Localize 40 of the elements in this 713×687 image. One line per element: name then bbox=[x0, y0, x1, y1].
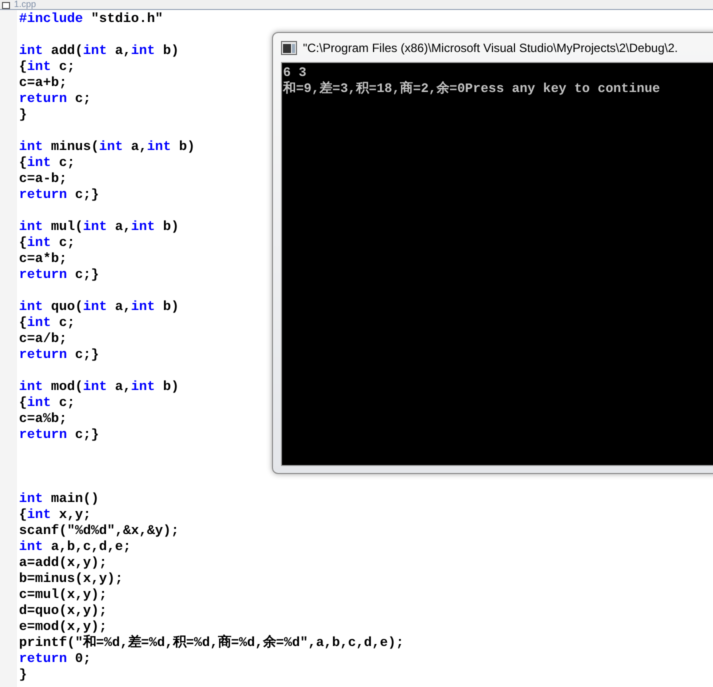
code-line: {int c; bbox=[19, 396, 75, 412]
code-line: c=a*b; bbox=[19, 252, 67, 268]
code-line: c=a-b; bbox=[19, 172, 67, 188]
code-line: return c; bbox=[19, 92, 91, 108]
console-icon bbox=[281, 40, 297, 54]
code-line: } bbox=[19, 668, 27, 684]
console-line: 和=9,差=3,积=18,商=2,余=0Press any key to continue bbox=[283, 81, 662, 97]
code-line: d=quo(x,y); bbox=[19, 604, 107, 620]
code-line: c=mul(x,y); bbox=[19, 588, 107, 604]
file-icon bbox=[2, 2, 10, 9]
code-line: {int c; bbox=[19, 156, 75, 172]
code-line: {int c; bbox=[19, 316, 75, 332]
code-line: return c;} bbox=[19, 428, 99, 444]
code-line: int quo(int a,int b) bbox=[19, 300, 179, 316]
code-line: printf("和=%d,差=%d,积=%d,商=%d,余=%d",a,b,c,d,e); bbox=[19, 636, 404, 652]
code-line: #include "stdio.h" bbox=[19, 12, 163, 28]
code-line: b=minus(x,y); bbox=[19, 572, 123, 588]
code-line: int main() bbox=[19, 492, 99, 508]
code-line: int mul(int a,int b) bbox=[19, 220, 179, 236]
console-line: 6 3 bbox=[283, 65, 308, 81]
code-line: {int c; bbox=[19, 60, 75, 76]
code-line: {int x,y; bbox=[19, 508, 91, 524]
code-line: e=mod(x,y); bbox=[19, 620, 107, 635]
window-title: "C:\Program Files (x86)\Microsoft Visual Studio\MyProjects\2\Debug\2. bbox=[303, 40, 678, 54]
code-line: } bbox=[19, 108, 27, 124]
code-line: int mod(int a,int b) bbox=[19, 380, 179, 396]
code-line: return c;} bbox=[19, 188, 99, 204]
code-line: c=a+b; bbox=[19, 76, 67, 92]
code-line: int minus(int a,int b) bbox=[19, 140, 195, 156]
code-line: a=add(x,y); bbox=[19, 556, 107, 572]
code-line: c=a/b; bbox=[19, 332, 67, 348]
code-line: int add(int a,int b) bbox=[19, 44, 179, 60]
code-line: c=a%b; bbox=[19, 412, 67, 428]
code-line: {int c; bbox=[19, 236, 75, 252]
file-tab[interactable]: 1.cpp bbox=[14, 0, 36, 9]
code-line: int a,b,c,d,e; bbox=[19, 540, 131, 556]
code-line: return c;} bbox=[19, 268, 99, 284]
code-line: return c;} bbox=[19, 348, 99, 364]
code-line: scanf("%d%d",&x,&y); bbox=[19, 524, 179, 540]
code-line: return 0; bbox=[19, 652, 91, 668]
